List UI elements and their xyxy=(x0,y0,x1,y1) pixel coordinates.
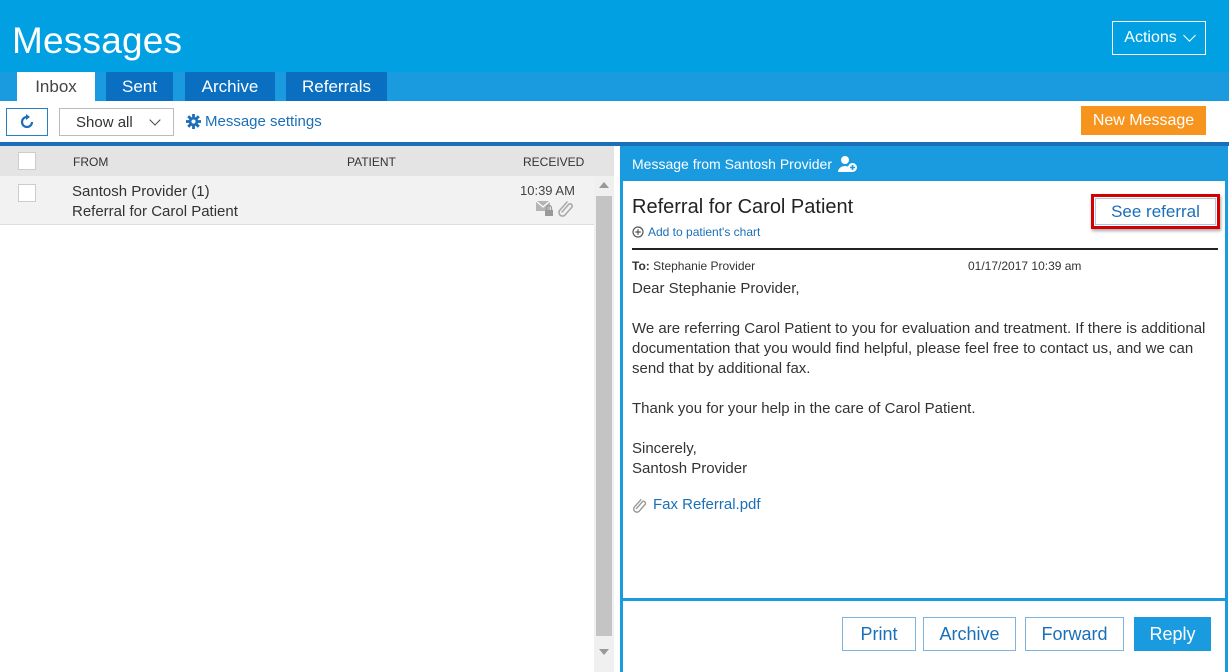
paragraph-1: We are referring Carol Patient to you fo… xyxy=(632,320,1206,377)
attachment-link[interactable]: Fax Referral.pdf xyxy=(632,496,761,513)
message-text: Dear Stephanie Provider, We are referrin… xyxy=(632,279,1218,479)
column-from[interactable]: FROM xyxy=(73,155,108,169)
see-referral-button[interactable]: See referral xyxy=(1095,198,1216,225)
refresh-button[interactable] xyxy=(6,108,48,136)
closing: Sincerely, xyxy=(632,440,697,457)
print-button[interactable]: Print xyxy=(842,617,916,651)
to-line: To: Stephanie Provider xyxy=(632,259,755,273)
gear-icon xyxy=(186,114,201,129)
archive-button[interactable]: Archive xyxy=(923,617,1016,651)
page-title: Messages xyxy=(12,20,183,61)
message-frame-title: Message from Santosh Provider xyxy=(632,155,858,173)
tab-sent[interactable]: Sent xyxy=(106,72,173,101)
scroll-down-arrow-icon[interactable] xyxy=(599,649,609,655)
list-scrollbar[interactable] xyxy=(594,176,614,672)
filter-value: Show all xyxy=(76,113,133,131)
refresh-icon xyxy=(20,114,34,129)
plus-circle-icon xyxy=(632,226,644,238)
message-body: Referral for Carol Patient Add to patien… xyxy=(623,181,1225,598)
greeting: Dear Stephanie Provider, xyxy=(632,280,800,297)
message-from-title: Message from Santosh Provider xyxy=(632,156,832,172)
column-patient[interactable]: PATIENT xyxy=(347,155,396,169)
attachment-name: Fax Referral.pdf xyxy=(653,496,761,513)
add-to-chart-label: Add to patient's chart xyxy=(648,225,761,239)
tab-inbox[interactable]: Inbox xyxy=(17,72,95,101)
message-settings-link[interactable]: Message settings xyxy=(186,113,322,130)
envelope-lock-icon xyxy=(535,200,553,216)
row-received: 10:39 AM xyxy=(520,183,575,198)
select-all-checkbox[interactable] xyxy=(18,152,36,170)
header-divider xyxy=(632,248,1218,250)
message-subject: Referral for Carol Patient xyxy=(632,196,854,218)
add-contact-icon[interactable] xyxy=(837,155,858,173)
to-value: Stephanie Provider xyxy=(653,259,756,273)
paperclip-icon xyxy=(633,498,647,513)
new-message-button[interactable]: New Message xyxy=(1081,106,1206,135)
to-label: To: xyxy=(632,259,650,273)
scroll-up-arrow-icon[interactable] xyxy=(599,182,609,188)
scroll-thumb[interactable] xyxy=(596,196,612,636)
column-received[interactable]: RECEIVED xyxy=(523,155,584,169)
message-list: FROM PATIENT RECEIVED Santosh Provider (… xyxy=(0,146,614,672)
table-row[interactable]: Santosh Provider (1) Referral for Carol … xyxy=(0,176,594,225)
message-date: 01/17/2017 10:39 am xyxy=(968,259,1082,273)
row-subject: Referral for Carol Patient xyxy=(72,203,238,220)
tab-referrals[interactable]: Referrals xyxy=(286,72,387,101)
list-header: FROM PATIENT RECEIVED xyxy=(0,146,614,176)
signature: Santosh Provider xyxy=(632,460,748,477)
forward-button[interactable]: Forward xyxy=(1025,617,1124,651)
paragraph-2: Thank you for your help in the care of C… xyxy=(632,400,976,417)
message-actions: Print Archive Forward Reply xyxy=(623,601,1225,672)
add-to-chart-link[interactable]: Add to patient's chart xyxy=(632,225,760,239)
tab-archive[interactable]: Archive xyxy=(185,72,275,101)
row-checkbox[interactable] xyxy=(18,184,36,202)
row-from: Santosh Provider (1) xyxy=(72,183,210,200)
message-settings-label: Message settings xyxy=(205,113,322,130)
message-viewer: Message from Santosh Provider Referral f… xyxy=(620,146,1228,672)
actions-dropdown-button[interactable]: Actions xyxy=(1112,21,1206,55)
filter-select[interactable]: Show all xyxy=(59,108,174,136)
actions-label: Actions xyxy=(1124,29,1177,46)
reply-button[interactable]: Reply xyxy=(1134,617,1211,651)
chevron-down-icon xyxy=(1182,29,1196,42)
paperclip-icon xyxy=(558,201,573,217)
chevron-down-icon xyxy=(149,114,161,126)
toolbar: Show all Message settings xyxy=(0,101,1229,142)
